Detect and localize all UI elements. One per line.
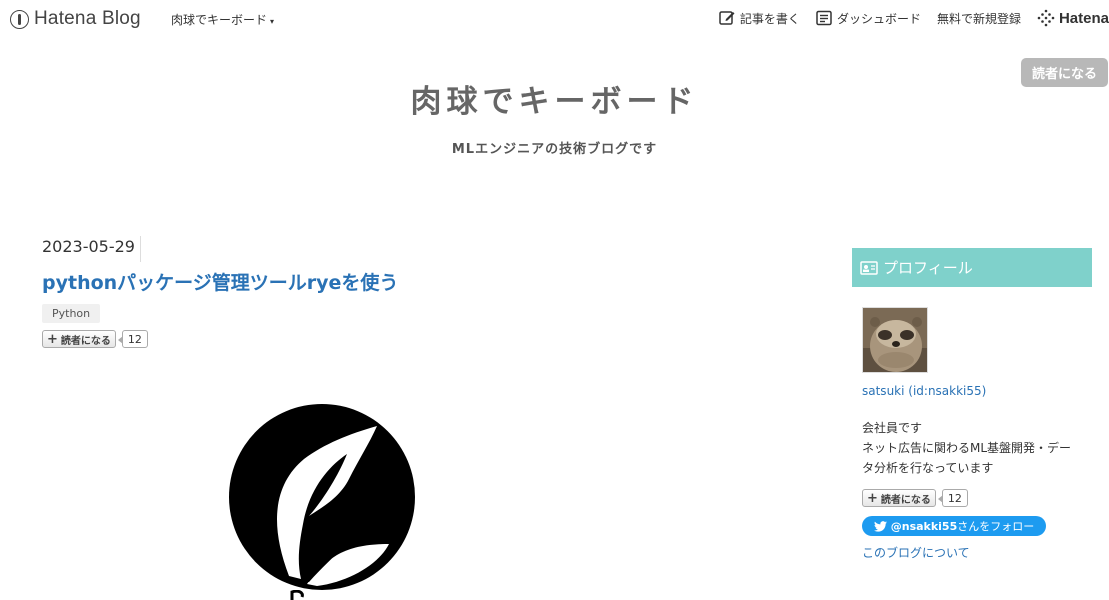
logo-text-fragment	[290, 590, 304, 600]
write-entry-link[interactable]: 記事を書く	[719, 10, 800, 27]
profile-description-line: タ分析を行なっています	[862, 461, 994, 475]
entry-date[interactable]: 2023-05-29	[42, 236, 141, 262]
twitter-follow-button[interactable]: @nsakki55さんをフォロー	[862, 516, 1046, 536]
profile-name-link[interactable]: satsuki (id:nsakki55)	[862, 384, 986, 398]
profile-subscribe-label: 読者になる	[880, 494, 931, 506]
entry-subscriber-count[interactable]: 12	[117, 330, 148, 348]
profile-card-icon	[860, 260, 878, 275]
signup-link[interactable]: 無料で新規登録	[937, 10, 1021, 27]
hatena-dots-icon	[1037, 9, 1055, 27]
write-entry-label: 記事を書く	[739, 11, 800, 26]
twitter-follow-label: さんをフォロー	[957, 520, 1035, 533]
profile-description: 会社員です ネット広告に関わるML基盤開発・デー タ分析を行なっています	[862, 418, 1087, 478]
twitter-handle: @nsakki55	[890, 520, 958, 533]
profile-heading-label: プロフィール	[883, 259, 973, 277]
dashboard-icon	[816, 10, 832, 26]
edit-icon	[719, 11, 735, 25]
plus-icon: +	[867, 490, 878, 506]
hatena-blog-logo-icon	[10, 9, 29, 29]
entry-subscribe-widget: + 読者になる 12	[42, 330, 148, 348]
hatena-menu[interactable]: Hatena	[1037, 9, 1109, 27]
blog-title[interactable]: 肉球でキーボード	[0, 76, 1109, 121]
twitter-bird-icon	[873, 520, 887, 532]
hatena-label: Hatena	[1058, 9, 1109, 27]
about-blog-link[interactable]: このブログについて	[862, 544, 970, 561]
avatar[interactable]	[862, 307, 928, 373]
entry-subscribe-button[interactable]: + 読者になる	[42, 330, 116, 348]
profile-subscribe-widget: + 読者になる 12	[862, 489, 968, 507]
leaf-icon	[277, 426, 389, 586]
dashboard-link[interactable]: ダッシュボード	[816, 10, 921, 27]
blog-switcher[interactable]: 肉球でキーボード ▾	[171, 11, 274, 28]
signup-label: 無料で新規登録	[936, 11, 1021, 26]
hatena-blog-logo[interactable]: Hatena Blog	[10, 8, 141, 30]
header-actions: 記事を書く ダッシュボード 無料で新規登録 Hatena	[719, 8, 1109, 28]
entry-category-tag[interactable]: Python	[42, 304, 101, 323]
profile-subscriber-count[interactable]: 12	[937, 489, 968, 507]
plus-icon: +	[47, 331, 58, 347]
global-header: Hatena Blog 肉球でキーボード ▾ 記事を書く ダッシュボード 無料で新…	[0, 0, 1109, 36]
profile-description-line: ネット広告に関わるML基盤開発・デー	[862, 441, 1072, 455]
caret-down-icon: ▾	[270, 17, 275, 26]
blog-description: MLエンジニアの技術ブログです	[451, 142, 658, 157]
logo-text: Hatena Blog	[34, 8, 141, 29]
entry-title[interactable]: pythonパッケージ管理ツールryeを使う	[42, 268, 398, 295]
blog-switcher-label: 肉球でキーボード	[171, 13, 268, 27]
profile-description-line: 会社員です	[862, 421, 923, 435]
profile-subscribe-button[interactable]: + 読者になる	[862, 489, 936, 507]
dashboard-label: ダッシュボード	[836, 11, 921, 26]
entry-subscribe-label: 読者になる	[60, 335, 111, 347]
profile-heading: プロフィール	[852, 248, 1092, 287]
raccoon-avatar-image	[863, 308, 927, 372]
rye-logo-image	[229, 404, 415, 590]
